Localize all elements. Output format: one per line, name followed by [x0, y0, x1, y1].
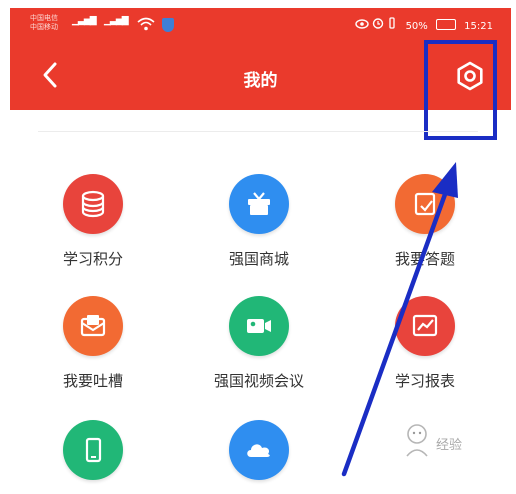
grid-item-icon-bg: [229, 296, 289, 356]
grid-item-label: 我要吐槽: [62, 372, 123, 390]
watermark-text: 经验: [436, 438, 463, 453]
grid-item-label: 我要答题: [394, 250, 455, 268]
grid-item-study-points[interactable]: 学习积分: [18, 174, 168, 269]
grid-item-mall[interactable]: 强国商城: [184, 174, 334, 269]
grid-item-label: 学习报表: [394, 372, 455, 390]
grid-item-feedback[interactable]: 我要吐槽: [18, 296, 168, 391]
chart-icon: [412, 314, 438, 337]
grid-item-icon-bg: [229, 420, 289, 480]
grid-item-icon-bg: [395, 296, 455, 356]
grid-item-icon-bg: [63, 174, 123, 234]
watermark-logo-icon: [406, 424, 428, 457]
grid-item-cloud[interactable]: [184, 420, 334, 494]
gift-icon: [248, 192, 270, 215]
watermark: 经验: [392, 418, 502, 468]
edit-icon: [414, 192, 436, 216]
cloud-icon: [247, 444, 270, 457]
database-icon: [81, 190, 105, 218]
grid-item-icon-bg: [63, 420, 123, 480]
mail-icon: [80, 315, 106, 337]
feature-grid: 学习积分 强国商城 我要答题 我要吐槽 强国视频会议 学习报表: [0, 0, 516, 481]
grid-item-video-meeting[interactable]: 强国视频会议: [184, 296, 334, 391]
video-camera-icon: [247, 319, 271, 333]
grid-item-phone[interactable]: [18, 420, 168, 494]
grid-item-label: 强国视频会议: [213, 372, 304, 390]
grid-item-report[interactable]: 学习报表: [350, 296, 500, 391]
grid-item-icon-bg: [63, 296, 123, 356]
grid-item-label: 强国商城: [228, 250, 289, 268]
grid-item-quiz[interactable]: 我要答题: [350, 174, 500, 269]
grid-item-icon-bg: [229, 174, 289, 234]
phone-icon: [85, 437, 102, 463]
grid-item-icon-bg: [395, 174, 455, 234]
grid-item-label: 学习积分: [62, 250, 123, 268]
